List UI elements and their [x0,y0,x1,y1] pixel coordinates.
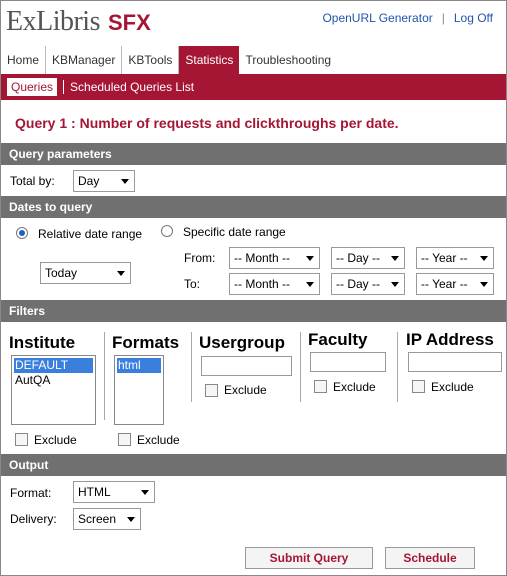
total-by-select[interactable]: Day [73,170,135,192]
section-filters: Filters [1,300,506,322]
section-dates-to-query: Dates to query [1,196,506,218]
faculty-input[interactable] [310,352,386,372]
faculty-exclude-label: Exclude [333,380,376,394]
filter-divider [104,332,105,420]
subnav-separator [63,80,65,94]
to-label: To: [184,277,201,291]
from-label: From: [184,251,216,265]
format-select[interactable]: HTML [73,481,155,503]
ip-address-input[interactable] [408,352,502,372]
to-year-value: -- Year -- [421,277,468,291]
institute-exclude-label: Exclude [34,433,77,447]
tab-kbmanager[interactable]: KBManager [46,46,123,74]
formats-exclude-label: Exclude [137,433,180,447]
link-separator: | [441,11,445,25]
relative-date-label: Relative date range [38,227,143,241]
openurl-generator-link[interactable]: OpenURL Generator [322,11,432,25]
tab-troubleshooting[interactable]: Troubleshooting [239,46,337,74]
schedule-button[interactable]: Schedule [385,547,475,569]
chevron-down-icon [480,256,488,261]
chevron-down-icon [121,179,129,184]
institute-exclude-checkbox[interactable] [15,433,28,446]
from-day-select[interactable]: -- Day -- [331,247,405,269]
faculty-exclude-checkbox[interactable] [314,380,327,393]
top-links: OpenURL Generator | Log Off [322,11,493,25]
ip-address-exclude-label: Exclude [431,380,474,394]
from-month-value: -- Month -- [234,251,291,265]
chevron-down-icon [306,282,314,287]
institute-option-autqa[interactable]: AutQA [14,373,93,388]
tab-home[interactable]: Home [1,46,47,74]
filter-divider [191,332,192,402]
tab-kbtools[interactable]: KBTools [122,46,180,74]
institute-listbox[interactable]: DEFAULT AutQA [11,355,96,425]
chevron-down-icon [117,271,125,276]
relative-date-radio[interactable] [16,227,28,239]
chevron-down-icon [306,256,314,261]
relative-range-value: Today [45,266,78,280]
to-day-select[interactable]: -- Day -- [331,273,405,295]
usergroup-exclude-checkbox[interactable] [205,384,218,397]
chevron-down-icon [391,256,399,261]
chevron-down-icon [391,282,399,287]
logo-exlibris-text: ExLibris [6,6,101,37]
faculty-heading: Faculty [308,330,368,349]
format-value: HTML [78,485,111,499]
from-year-select[interactable]: -- Year -- [416,247,494,269]
specific-date-radio[interactable] [161,225,173,237]
ip-address-heading: IP Address [406,330,494,349]
relative-range-select[interactable]: Today [40,262,131,284]
to-year-select[interactable]: -- Year -- [416,273,494,295]
to-month-value: -- Month -- [234,277,291,291]
log-off-link[interactable]: Log Off [454,11,493,25]
subtab-queries[interactable]: Queries [7,78,58,96]
formats-heading: Formats [112,333,180,352]
from-day-value: -- Day -- [336,251,380,265]
delivery-value: Screen [78,512,117,526]
formats-listbox[interactable]: html [114,355,164,425]
sub-navigation: Queries Scheduled Queries List [1,74,506,100]
chevron-down-icon [127,517,135,522]
institute-option-default[interactable]: DEFAULT [14,358,93,373]
tab-statistics[interactable]: Statistics [179,46,240,74]
chevron-down-icon [141,490,149,495]
main-tabs: Home KBManager KBTools Statistics Troubl… [1,46,506,74]
section-query-parameters: Query parameters [1,143,506,165]
section-output: Output [1,454,506,476]
filter-divider [397,332,398,402]
formats-exclude-checkbox[interactable] [118,433,131,446]
to-month-select[interactable]: -- Month -- [229,273,320,295]
exlibris-sfx-logo: ExLibris SFX [6,6,151,40]
filter-divider [300,332,301,402]
from-year-value: -- Year -- [421,251,468,265]
from-month-select[interactable]: -- Month -- [229,247,320,269]
page-title: Query 1 : Number of requests and clickth… [15,115,399,131]
usergroup-heading: Usergroup [199,333,285,352]
total-by-label: Total by: [10,174,55,188]
usergroup-input[interactable] [201,356,292,376]
delivery-select[interactable]: Screen [73,508,141,530]
delivery-label: Delivery: [10,512,57,526]
to-day-value: -- Day -- [336,277,380,291]
total-by-value: Day [78,174,100,188]
subtab-scheduled-queries[interactable]: Scheduled Queries List [66,78,198,96]
usergroup-exclude-label: Exclude [224,383,267,397]
institute-heading: Institute [9,333,76,352]
specific-date-label: Specific date range [183,225,286,239]
chevron-down-icon [480,282,488,287]
format-label: Format: [10,486,52,500]
formats-option-html[interactable]: html [117,358,161,373]
submit-query-button[interactable]: Submit Query [245,547,373,569]
ip-address-exclude-checkbox[interactable] [412,380,425,393]
logo-sfx-text: SFX [108,10,151,35]
